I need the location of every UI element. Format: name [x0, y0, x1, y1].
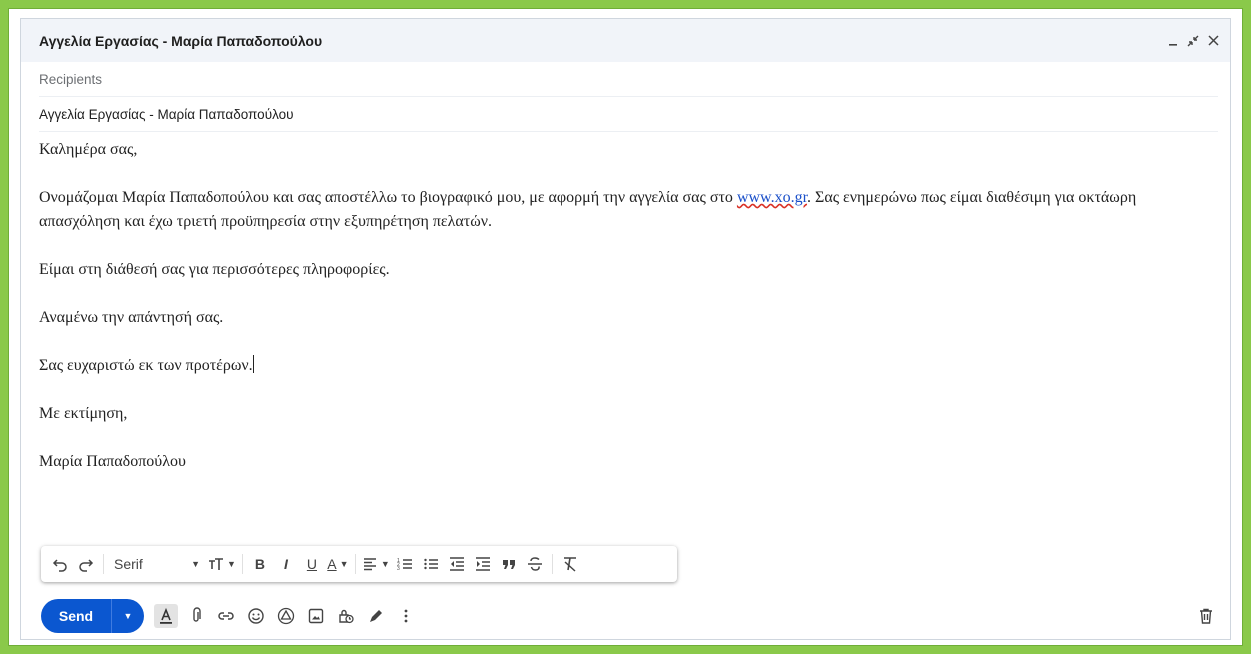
italic-button[interactable]: I: [275, 552, 297, 576]
compose-title: Αγγελία Εργασίας - Μαρία Παπαδοπούλου: [39, 32, 323, 49]
body-paragraph-4: Σας ευχαριστώ εκ των προτέρων.: [39, 354, 1212, 378]
numbered-list-icon[interactable]: 123: [394, 552, 416, 576]
undo-icon[interactable]: [49, 552, 71, 576]
redo-icon[interactable]: [75, 552, 97, 576]
schedule-send-chevron-icon[interactable]: ▼: [111, 599, 144, 633]
toolbar-divider: [551, 554, 553, 574]
formatting-toolbar: Serif ▼ ▼ B I U A ▼ ▼ 123: [41, 546, 677, 582]
recipients-placeholder: Recipients: [39, 71, 103, 87]
svg-text:3: 3: [397, 566, 400, 572]
closing-text: Με εκτίμηση,: [39, 405, 128, 422]
quote-icon[interactable]: [498, 552, 520, 576]
font-family-value: Serif: [114, 556, 143, 572]
exit-fullscreen-icon[interactable]: [1186, 34, 1200, 48]
text-color-button[interactable]: A ▼: [327, 552, 349, 576]
indent-more-icon[interactable]: [472, 552, 494, 576]
insert-link-icon[interactable]: [214, 604, 238, 628]
body-paragraph-2: Είμαι στη διάθεσή σας για περισσότερες π…: [39, 261, 390, 278]
bold-button[interactable]: B: [249, 552, 271, 576]
font-family-select[interactable]: Serif ▼: [110, 552, 204, 576]
text-cursor: [252, 355, 254, 373]
para1-text-start: Ονομάζομαι Μαρία Παπαδοπούλου και σας απ…: [39, 189, 737, 206]
toolbar-divider: [241, 554, 243, 574]
chevron-down-icon: ▼: [191, 559, 200, 569]
align-icon[interactable]: ▼: [362, 552, 390, 576]
subject-value: Αγγελία Εργασίας - Μαρία Παπαδοπούλου: [39, 106, 294, 122]
recipients-field[interactable]: Recipients: [39, 62, 1218, 97]
font-size-button[interactable]: ▼: [208, 552, 236, 576]
formatting-options-icon[interactable]: [154, 604, 178, 628]
close-icon[interactable]: [1206, 34, 1220, 48]
underline-button[interactable]: U: [301, 552, 323, 576]
drive-icon[interactable]: [274, 604, 298, 628]
discard-draft-icon[interactable]: [1194, 604, 1218, 628]
minimize-icon[interactable]: [1166, 34, 1180, 48]
signature-text: Μαρία Παπαδοπούλου: [39, 453, 186, 470]
website-link[interactable]: www.xo.gr: [737, 189, 807, 206]
emoji-icon[interactable]: [244, 604, 268, 628]
greeting-text: Καλημέρα σας,: [39, 141, 138, 158]
compose-window: Αγγελία Εργασίας - Μαρία Παπαδοπούλου Re…: [20, 18, 1231, 640]
chevron-down-icon: ▼: [380, 559, 390, 569]
toolbar-divider: [103, 554, 104, 574]
insert-photo-icon[interactable]: [304, 604, 328, 628]
body-paragraph-3: Αναμένω την απάντησή σας.: [39, 309, 224, 326]
para4-text: Σας ευχαριστώ εκ των προτέρων.: [39, 357, 253, 374]
strikethrough-icon[interactable]: [524, 552, 546, 576]
body-paragraph-1: Ονομάζομαι Μαρία Παπαδοπούλου και σας απ…: [39, 186, 1212, 234]
message-body[interactable]: Καλημέρα σας, Ονομάζομαι Μαρία Παπαδοπού…: [21, 132, 1230, 474]
compose-titlebar[interactable]: Αγγελία Εργασίας - Μαρία Παπαδοπούλου: [21, 19, 1230, 62]
indent-less-icon[interactable]: [446, 552, 468, 576]
toolbar-divider: [354, 554, 356, 574]
chevron-down-icon: ▼: [339, 559, 349, 569]
bulleted-list-icon[interactable]: [420, 552, 442, 576]
subject-field[interactable]: Αγγελία Εργασίας - Μαρία Παπαδοπούλου: [39, 97, 1218, 132]
text-color-label: A: [327, 556, 337, 572]
chevron-down-icon: ▼: [227, 559, 236, 569]
send-button[interactable]: Send: [41, 599, 111, 633]
compose-bottom-bar: Send ▼: [41, 599, 1218, 633]
signature-pen-icon[interactable]: [364, 604, 388, 628]
send-button-group: Send ▼: [41, 599, 144, 633]
remove-formatting-icon[interactable]: [559, 552, 581, 576]
attach-file-icon[interactable]: [184, 604, 208, 628]
confidential-mode-icon[interactable]: [334, 604, 358, 628]
more-options-icon[interactable]: [394, 604, 418, 628]
